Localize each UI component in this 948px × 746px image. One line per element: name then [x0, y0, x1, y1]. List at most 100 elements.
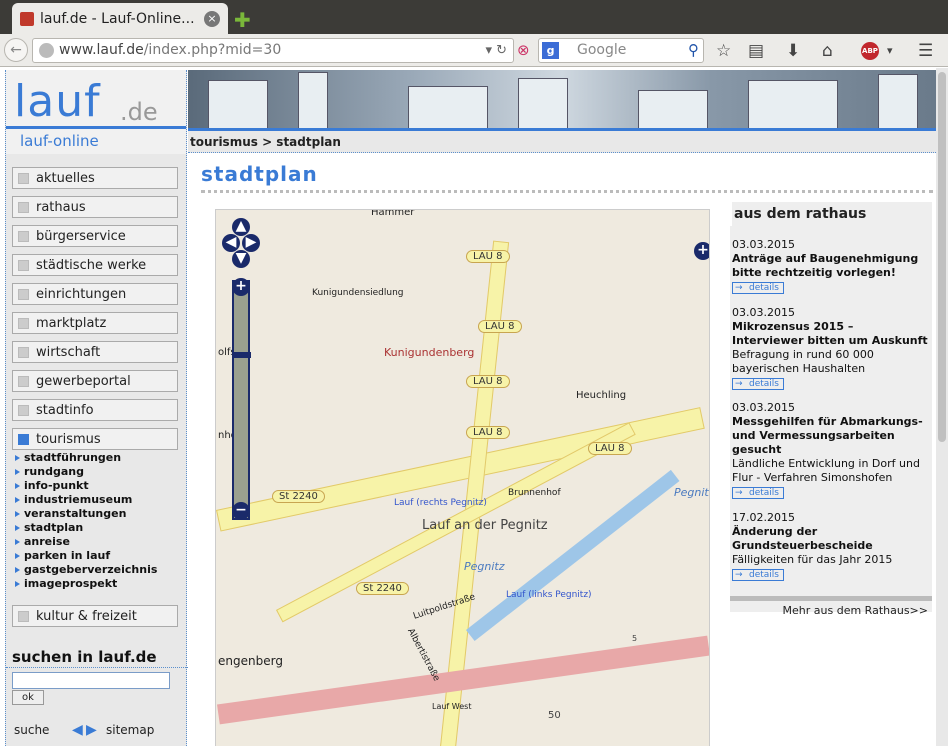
map-label: Lauf West [432, 702, 472, 711]
layer-switcher-button[interactable]: + [694, 242, 709, 260]
news-date: 03.03.2015 [732, 401, 795, 414]
map-label: Lauf (links Pegnitz) [506, 590, 592, 600]
menu-item-buergerservice[interactable]: bürgerservice [12, 225, 178, 247]
news-item: 03.03.2015 Anträge auf Baugenehmigung bi… [732, 238, 928, 294]
left-sidebar: lauf .de lauf-online aktuelles rathaus b… [5, 70, 188, 746]
browser-tabbar: lauf.de - Lauf-Online... × ✚ [0, 0, 948, 34]
menu-label: wirtschaft [36, 344, 101, 360]
submenu-item[interactable]: veranstaltungen [15, 507, 181, 521]
map-label: Pegnitz [464, 560, 505, 573]
submenu-item[interactable]: imageprospekt [15, 577, 181, 591]
suche-link[interactable]: suche [14, 723, 49, 737]
map-label: Kunigundensiedlung [312, 288, 404, 298]
zoom-in-button[interactable]: + [232, 278, 250, 296]
site-logo[interactable]: lauf .de lauf-online [6, 70, 186, 154]
new-tab-icon[interactable]: ✚ [234, 8, 251, 32]
menu-label: städtische werke [36, 257, 147, 273]
news-headline[interactable]: Anträge auf Baugenehmigung bitte rechtze… [732, 252, 928, 280]
news-body: Fälligkeiten für das Jahr 2015 [732, 553, 893, 566]
home-icon[interactable]: ⌂ [822, 41, 833, 61]
addon-icon[interactable]: ⊗ [517, 41, 530, 59]
menu-item-staedtische-werke[interactable]: städtische werke [12, 254, 178, 276]
title-divider [201, 190, 933, 193]
map-label: Heuchling [576, 390, 627, 401]
menu-item-kultur-freizeit[interactable]: kultur & freizeit [12, 605, 178, 627]
news-divider [730, 596, 932, 601]
menu-item-tourismus[interactable]: tourismus [12, 428, 178, 450]
logo-domain: .de [120, 98, 158, 126]
arrow-right-icon[interactable]: ▶ [86, 722, 97, 738]
sitemap-link[interactable]: sitemap [106, 723, 154, 737]
menu-item-rathaus[interactable]: rathaus [12, 196, 178, 218]
details-link[interactable]: details [732, 569, 784, 581]
menu-item-stadtinfo[interactable]: stadtinfo [12, 399, 178, 421]
submenu-item[interactable]: gastgeberverzeichnis [15, 563, 181, 577]
close-tab-icon[interactable]: × [204, 10, 220, 27]
submenu-item[interactable]: anreise [15, 535, 181, 549]
details-link[interactable]: details [732, 487, 784, 499]
road-shield: St 2240 [272, 490, 325, 503]
menu-label: stadtinfo [36, 402, 94, 418]
menu-label: gewerbeportal [36, 373, 131, 389]
map-label: 50 [548, 710, 561, 721]
menu-item-aktuelles[interactable]: aktuelles [12, 167, 178, 189]
url-path: /index.php?mid=30 [143, 42, 282, 58]
zoom-slider[interactable] [232, 280, 251, 520]
news-heading: aus dem rathaus [730, 202, 930, 226]
reading-list-icon[interactable]: ▤ [748, 41, 764, 61]
more-news-link[interactable]: Mehr aus dem Rathaus>> [732, 604, 928, 617]
submenu-item[interactable]: parken in lauf [15, 549, 181, 563]
submenu-item[interactable]: info-punkt [15, 479, 181, 493]
submenu-item[interactable]: rundgang [15, 465, 181, 479]
news-headline[interactable]: Mikrozensus 2015 – Interviewer bitten um… [732, 320, 928, 348]
menu-bullet-icon [18, 230, 29, 242]
search-ok-button[interactable]: ok [12, 690, 44, 705]
tab-title: lauf.de - Lauf-Online... [40, 10, 195, 27]
url-bar[interactable]: www.lauf.de/index.php?mid=30 ▾ ↻ [32, 38, 514, 63]
logo-line [6, 126, 186, 129]
web-search-input[interactable]: g Google ⚲ [538, 38, 704, 63]
zoom-handle[interactable] [233, 352, 251, 358]
site-search-input[interactable] [12, 672, 170, 689]
map-label: Pegnitz [674, 486, 709, 499]
scrollbar-thumb[interactable] [938, 72, 946, 442]
map-label: Kunigundenberg [384, 346, 475, 359]
pan-down-icon[interactable]: ▼ [232, 250, 250, 268]
menu-bullet-icon [18, 317, 29, 329]
download-icon[interactable]: ⬇ [786, 41, 800, 61]
news-body: Ländliche Entwicklung in Dorf und Flur -… [732, 457, 920, 484]
menu-item-wirtschaft[interactable]: wirtschaft [12, 341, 178, 363]
chevron-down-icon[interactable]: ▾ [887, 44, 893, 57]
menu-item-marktplatz[interactable]: marktplatz [12, 312, 178, 334]
arrow-left-icon[interactable]: ◀ [72, 722, 83, 738]
news-headline[interactable]: Änderung der Grundsteuerbescheide [732, 525, 928, 553]
menu-bullet-icon [18, 375, 29, 387]
news-headline[interactable]: Messgehilfen für Abmarkungs- und Vermess… [732, 415, 928, 457]
browser-tab[interactable]: lauf.de - Lauf-Online... × [12, 3, 228, 34]
submenu-item[interactable]: industriemuseum [15, 493, 181, 507]
search-icon[interactable]: ⚲ [688, 39, 699, 62]
submenu-tourismus: stadtführungen rundgang info-punkt indus… [15, 451, 181, 591]
back-button[interactable]: ← [4, 38, 28, 62]
menu-icon[interactable]: ☰ [918, 41, 933, 61]
adblock-icon[interactable]: ABP [861, 42, 879, 60]
details-link[interactable]: details [732, 282, 784, 294]
page-scrollbar[interactable] [936, 68, 948, 746]
menu-label: marktplatz [36, 315, 107, 331]
page-title: stadtplan [201, 162, 318, 186]
menu-item-gewerbeportal[interactable]: gewerbeportal [12, 370, 178, 392]
submenu-item[interactable]: stadtführungen [15, 451, 181, 465]
details-link[interactable]: details [732, 378, 784, 390]
logo-text: lauf [14, 76, 101, 127]
menu-item-einrichtungen[interactable]: einrichtungen [12, 283, 178, 305]
news-item: 03.03.2015 Messgehilfen für Abmarkungs- … [732, 401, 928, 499]
zoom-out-button[interactable]: − [232, 502, 250, 520]
favicon-icon [20, 11, 34, 26]
bookmark-star-icon[interactable]: ☆ [716, 41, 731, 61]
map-label: Lauf an der Pegnitz [422, 518, 548, 533]
reload-icon[interactable]: ▾ ↻ [485, 39, 507, 62]
banner-tower [878, 74, 918, 130]
submenu-item[interactable]: stadtplan [15, 521, 181, 535]
city-map[interactable]: Kunigundensiedlung Kunigundenberg Heuchl… [215, 209, 710, 746]
menu-bullet-icon [18, 288, 29, 300]
